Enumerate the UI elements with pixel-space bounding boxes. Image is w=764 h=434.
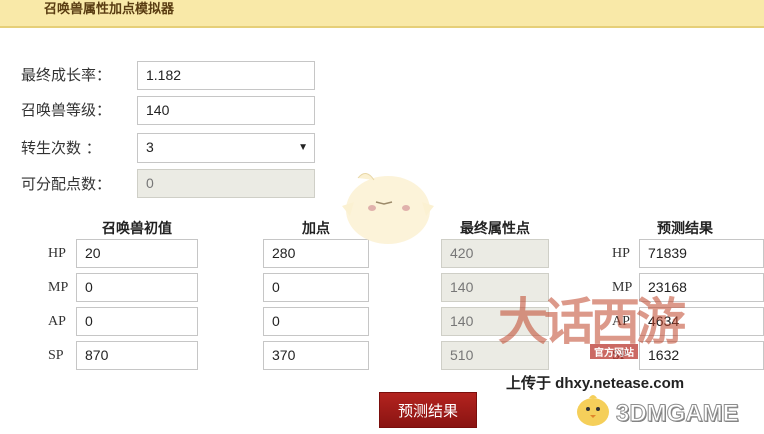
added-ap-input[interactable]: 0 bbox=[263, 307, 369, 336]
rebirth-label: 转生次数 ： bbox=[21, 139, 101, 157]
added-sp-input[interactable]: 370 bbox=[263, 341, 369, 370]
brand-text: 3DMGAME bbox=[616, 400, 740, 428]
page-title: 召唤兽属性加点模拟器 bbox=[44, 2, 175, 17]
row-label-hp: HP bbox=[48, 246, 66, 261]
growth-label: 最终成长率： bbox=[21, 66, 112, 84]
result-hp-field: 71839 bbox=[639, 239, 764, 268]
predict-button[interactable]: 预测结果 bbox=[379, 392, 477, 428]
brand-chick-icon bbox=[577, 395, 609, 426]
chevron-down-icon: ▼ bbox=[298, 142, 308, 153]
initial-sp-input[interactable]: 870 bbox=[76, 341, 198, 370]
level-input[interactable]: 140 bbox=[137, 96, 315, 125]
row-label-mp: MP bbox=[48, 280, 69, 295]
points-label: 可分配点数： bbox=[21, 175, 112, 193]
final-hp-field: 420 bbox=[441, 239, 549, 268]
logo-subtext: 官方网站 bbox=[590, 344, 638, 359]
initial-hp-input[interactable]: 20 bbox=[76, 239, 198, 268]
col-header-final: 最终属性点 bbox=[460, 221, 530, 237]
game-logo-watermark: 大话西游 官方网站 bbox=[498, 282, 728, 372]
initial-ap-input[interactable]: 0 bbox=[76, 307, 198, 336]
col-header-initial: 召唤兽初值 bbox=[102, 221, 172, 237]
mascot-chick-image bbox=[342, 173, 434, 244]
level-label: 召唤兽等级： bbox=[21, 101, 112, 119]
rebirth-select-value: 3 bbox=[146, 139, 154, 155]
rebirth-select[interactable]: 3 ▼ bbox=[137, 133, 315, 163]
added-mp-input[interactable]: 0 bbox=[263, 273, 369, 302]
row-label-ap: AP bbox=[48, 314, 66, 329]
col-header-result: 预测结果 bbox=[657, 221, 713, 237]
growth-input[interactable]: 1.182 bbox=[137, 61, 315, 90]
result-label-hp: HP bbox=[612, 246, 630, 261]
points-input: 0 bbox=[137, 169, 315, 198]
initial-mp-input[interactable]: 0 bbox=[76, 273, 198, 302]
header-bar: 召唤兽属性加点模拟器 bbox=[0, 0, 764, 28]
row-label-sp: SP bbox=[48, 348, 64, 363]
